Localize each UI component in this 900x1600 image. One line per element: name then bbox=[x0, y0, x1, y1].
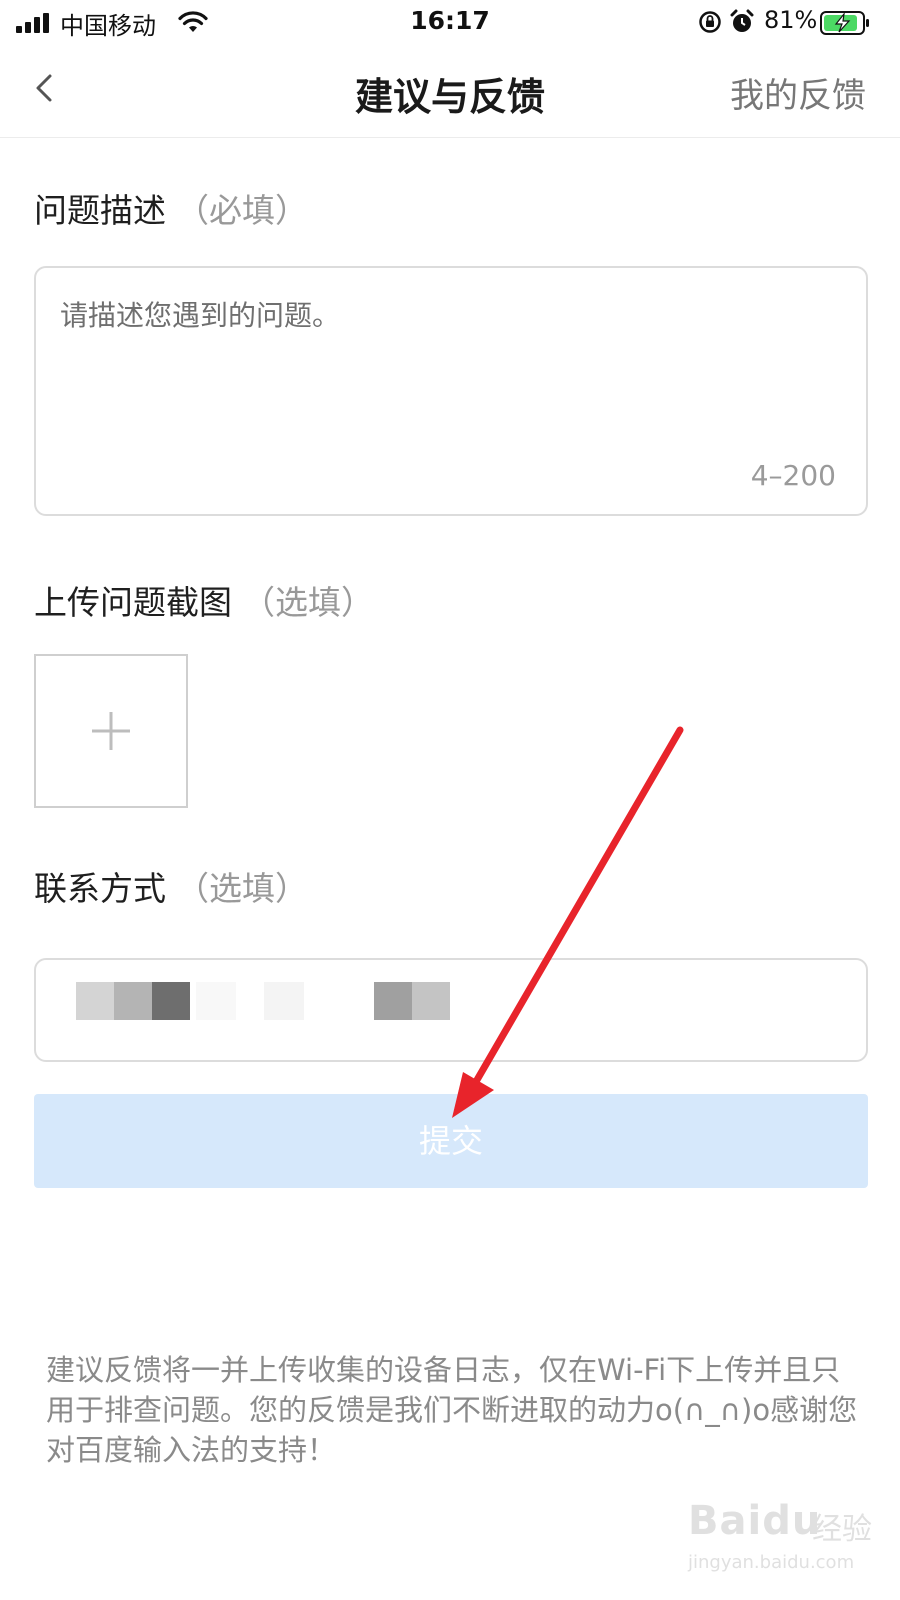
footer-note: 建议反馈将一并上传收集的设备日志，仅在Wi-Fi下上传并且只用于排查问题。您的反… bbox=[46, 1353, 858, 1467]
status-bar: 中国移动 16:17 81% bbox=[0, 0, 900, 46]
description-title: 问题描述 bbox=[34, 191, 166, 230]
contact-section-title: 联系方式 （选填） bbox=[34, 862, 308, 910]
alarm-icon bbox=[730, 9, 754, 32]
contact-input[interactable] bbox=[34, 958, 868, 1062]
watermark-logo-cn: 经验 bbox=[812, 1512, 872, 1547]
screenshot-title: 上传问题截图 bbox=[34, 583, 232, 622]
rotation-lock-icon bbox=[699, 11, 721, 33]
my-feedback-link[interactable]: 我的反馈 bbox=[730, 68, 866, 117]
description-input[interactable] bbox=[60, 294, 840, 454]
watermark-logo: Baidu bbox=[688, 1498, 822, 1544]
battery-percent: 81% bbox=[764, 6, 818, 34]
description-section-title: 问题描述 （必填） bbox=[34, 184, 308, 232]
submit-button[interactable]: 提交 bbox=[34, 1094, 868, 1188]
battery-charging-icon bbox=[820, 11, 869, 35]
add-screenshot-button[interactable] bbox=[34, 654, 188, 808]
char-count: 4–200 bbox=[750, 459, 836, 492]
required-hint: （必填） bbox=[176, 191, 308, 230]
plus-icon bbox=[92, 712, 130, 750]
chevron-left-icon[interactable] bbox=[30, 72, 60, 104]
optional-hint: （选填） bbox=[242, 583, 374, 622]
navigation-bar: 建议与反馈 我的反馈 bbox=[0, 46, 900, 138]
baidu-jingyan-watermark: Baidu 经验 jingyan.baidu.com bbox=[688, 1498, 878, 1588]
screenshot-section-title: 上传问题截图 （选填） bbox=[34, 576, 374, 624]
description-box: 4–200 bbox=[34, 266, 868, 516]
contact-title: 联系方式 bbox=[34, 869, 166, 908]
optional-hint: （选填） bbox=[176, 869, 308, 908]
watermark-url: jingyan.baidu.com bbox=[688, 1552, 855, 1573]
